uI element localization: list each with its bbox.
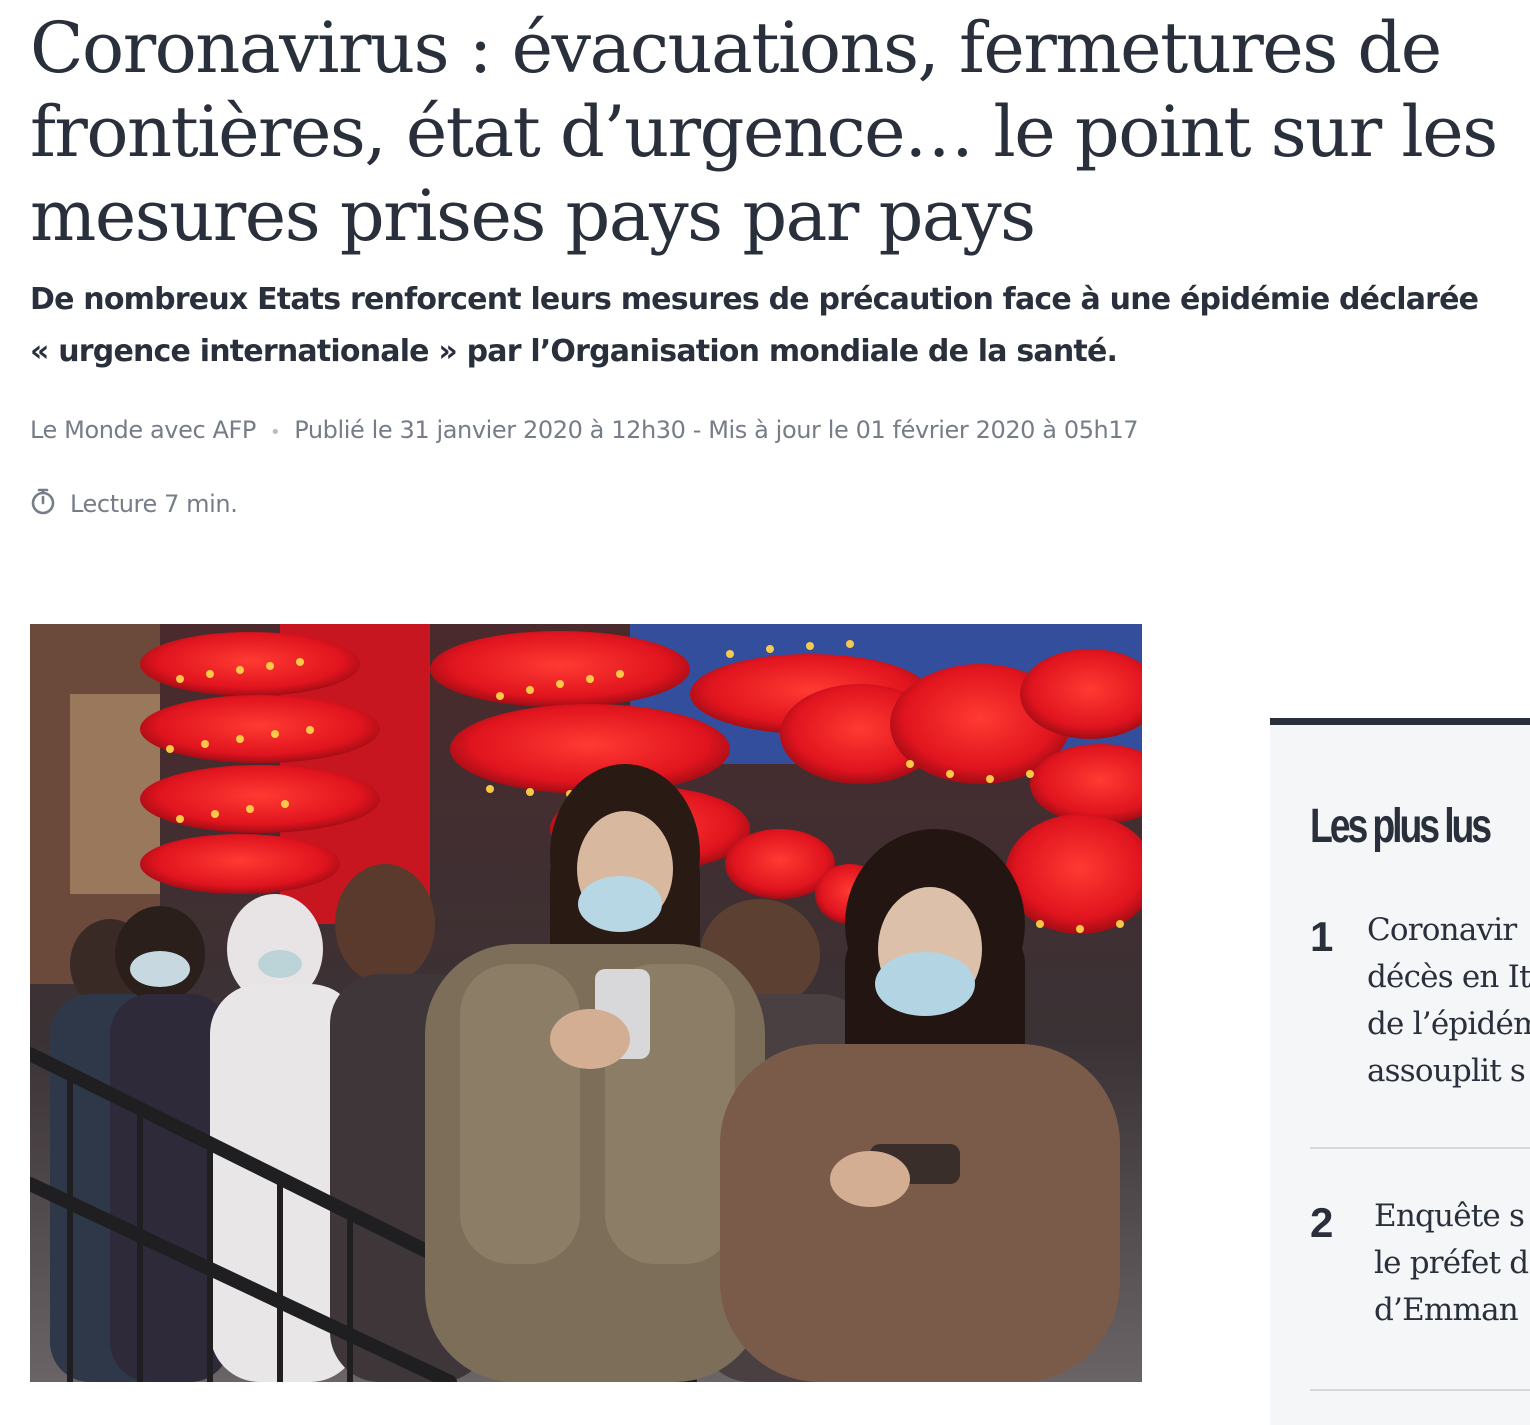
headline-line: Coronavir (1367, 912, 1517, 948)
article-standfirst: De nombreux Etats renforcent leurs mesur… (30, 274, 1530, 378)
headline-line: assouplit s (1367, 1053, 1526, 1089)
standfirst-line-2: « urgence internationale » par l’Organis… (30, 334, 1118, 369)
standfirst-line-1: De nombreux Etats renforcent leurs mesur… (30, 282, 1479, 317)
headline-line: le préfet d (1374, 1245, 1529, 1281)
meta-separator: • (269, 422, 281, 443)
rank-number: 2 (1310, 1199, 1334, 1246)
item-divider (1310, 1389, 1530, 1391)
most-read-panel: Les plus lus 1 Coronavir décès en It de … (1270, 718, 1530, 1425)
stopwatch-icon (30, 487, 70, 521)
headline-line: Enquête s (1374, 1198, 1525, 1234)
headline-line: d’Emman (1374, 1292, 1519, 1328)
rank-number: 1 (1310, 913, 1334, 960)
author-link[interactable]: Le Monde avec AFP (30, 416, 256, 444)
article-photo (30, 624, 1142, 1382)
article-headline: Coronavirus : évacuations, fermetures de… (30, 7, 1498, 257)
article-meta: Le Monde avec AFP • Publié le 31 janvier 2… (30, 410, 1139, 453)
headline-line: de l’épidém (1367, 1006, 1530, 1042)
most-read-headline[interactable]: Enquête s le préfet d d’Emman (1374, 1193, 1530, 1334)
publication-dates: Publié le 31 janvier 2020 à 12h30 - Mis … (294, 416, 1139, 444)
most-read-title: Les plus lus (1310, 800, 1492, 853)
item-divider (1310, 1147, 1530, 1149)
reading-time-label: Lecture 7 min. (70, 490, 238, 518)
reading-time: Lecture 7 min. (30, 487, 238, 521)
headline-line: décès en It (1367, 959, 1530, 995)
most-read-headline[interactable]: Coronavir décès en It de l’épidém assoup… (1367, 907, 1530, 1095)
